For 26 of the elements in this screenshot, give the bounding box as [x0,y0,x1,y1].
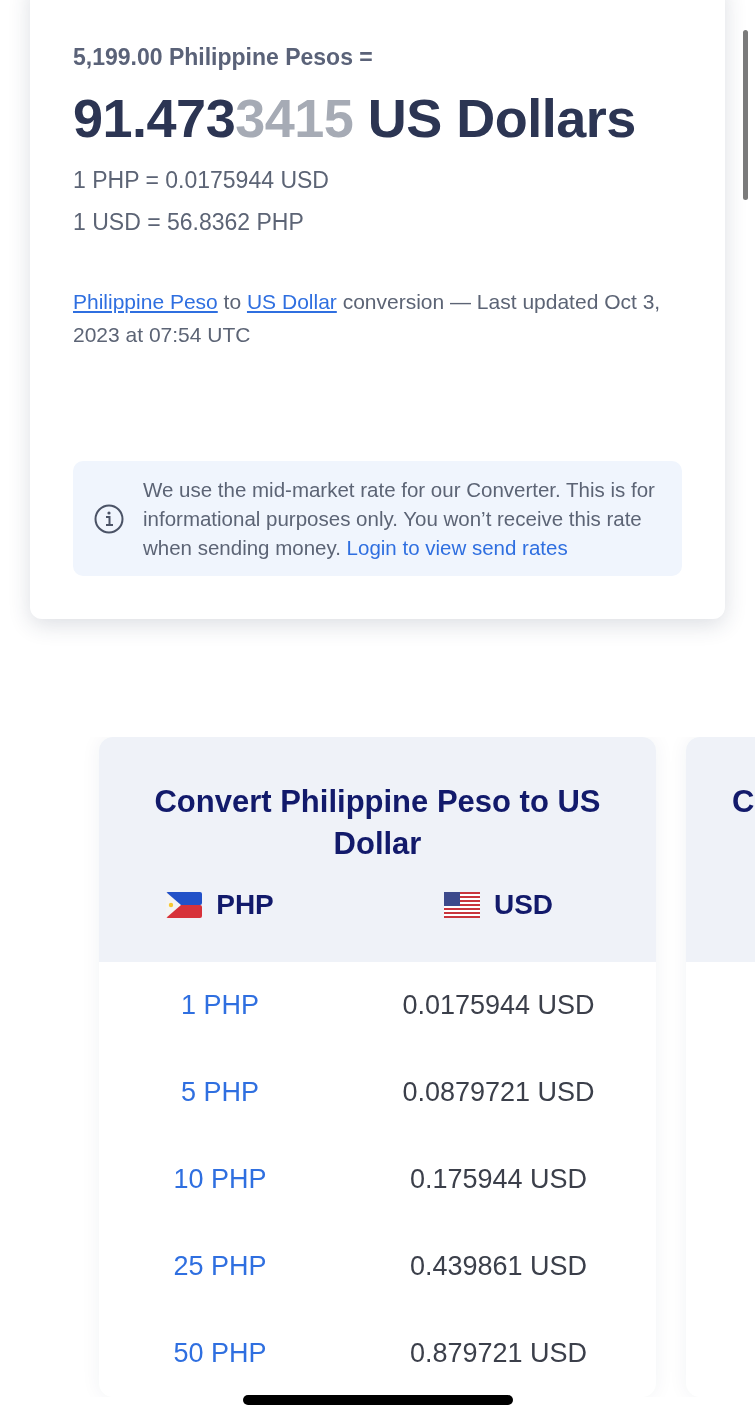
update-info: Philippine Peso to US Dollar conversion — Last updated Oct 3, 2023 at 07:54 UTC [73,289,662,348]
amount-link[interactable]: 10 PHP [99,1164,341,1195]
table-title: C [732,783,755,821]
table-cell-text: 0.879721 USD [408,1338,589,1369]
converted-amount: 91.4733415 US Dollars [73,87,637,149]
table-title: Convert Philippine Peso to US Dollar [153,783,602,863]
login-link[interactable]: Login to view send rates [346,536,568,559]
currency-link[interactable]: Philippine Peso [73,290,218,313]
table-cell-text: 0.0879721 USD [401,1077,596,1108]
notice-text: We use the mid-market rate for our Converter. This is for informational purposes only. You won’t receive this rate when sending money. Login to view send rates [143,477,656,561]
currency-code: USD [493,889,554,921]
conversion-source-amount: 5,199.00 Philippine Pesos = [73,44,374,71]
table-cell-text: 0.175944 USD [408,1164,589,1195]
exchange-rate: 1 PHP = 0.0175944 USD [73,166,330,195]
currency-code: PHP [216,889,274,921]
flag-icon [166,892,203,918]
amount-link[interactable]: 1 PHP [99,990,341,1021]
amount-link[interactable]: 50 PHP [99,1338,341,1369]
table-cell-text: 0.439861 USD [408,1251,589,1282]
exchange-rate: 1 USD = 56.8362 PHP [73,208,305,237]
table-cell-text: 0.0175944 USD [401,990,596,1021]
currency-link[interactable]: US Dollar [246,290,337,313]
amount-link[interactable]: 5 PHP [99,1077,341,1108]
amount-link[interactable]: 25 PHP [99,1251,341,1282]
flag-icon [443,892,480,918]
info-icon [93,502,125,535]
